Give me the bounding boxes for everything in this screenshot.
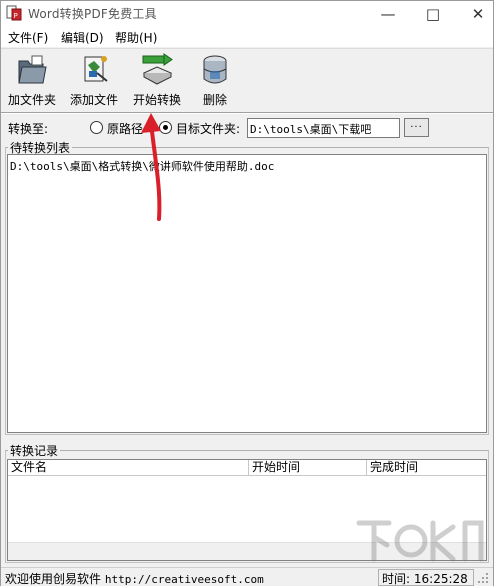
delete-icon: [203, 55, 227, 84]
app-logo-icon: P: [6, 5, 22, 21]
menu-edit[interactable]: 编辑(D): [61, 29, 104, 46]
list-item[interactable]: D:\tools\桌面\格式转换\微讲师软件使用帮助.doc: [10, 158, 274, 174]
add-file-label: 添加文件: [69, 93, 118, 107]
add-file-button[interactable]: 添加文件: [63, 53, 125, 111]
toolbar-divider: [1, 112, 493, 114]
target-folder-label: 目标文件夹:: [176, 122, 241, 136]
delete-label: 删除: [202, 93, 227, 107]
column-header-start-time[interactable]: 开始时间: [249, 460, 367, 476]
history-title: 转换记录: [8, 442, 61, 459]
start-convert-button[interactable]: 开始转换: [126, 53, 188, 111]
folder-icon: [18, 55, 47, 84]
convert-icon: [142, 53, 173, 85]
browse-button[interactable]: ···: [404, 118, 429, 137]
welcome-text: 欢迎使用创易软件: [5, 572, 102, 586]
start-convert-label: 开始转换: [132, 93, 181, 107]
app-window: P Word转换PDF免费工具 — □ ✕ 文件(F) 编辑(D) 帮助(H) …: [0, 0, 494, 586]
menu-help[interactable]: 帮助(H): [115, 29, 157, 46]
column-header-filename[interactable]: 文件名: [8, 460, 249, 476]
toolbar: 加文件夹 添加文件 开始转换 删除: [1, 48, 493, 112]
maximize-button[interactable]: □: [418, 1, 448, 26]
destination-row: 转换至: 原路径 目标文件夹: D:\tools\桌面\下载吧 ···: [1, 115, 493, 141]
status-bar: 欢迎使用创易软件 http://creativeesoft.com 时间: 16…: [1, 567, 493, 586]
website-link[interactable]: http://creativeesoft.com: [105, 573, 264, 586]
time-value: 16:25:28: [413, 572, 468, 586]
status-message: 欢迎使用创易软件 http://creativeesoft.com: [5, 570, 264, 586]
close-button[interactable]: ✕: [463, 1, 493, 26]
site-watermark-icon: [356, 520, 484, 562]
original-path-label: 原路径: [107, 122, 144, 136]
menu-file[interactable]: 文件(F): [8, 29, 48, 46]
menu-bar: 文件(F) 编辑(D) 帮助(H): [1, 26, 493, 47]
column-header-finish-time[interactable]: 完成时间: [367, 460, 486, 476]
add-folder-label: 加文件夹: [7, 93, 56, 107]
minimize-button[interactable]: —: [373, 1, 403, 26]
svg-text:P: P: [14, 12, 18, 20]
target-folder-radio[interactable]: [159, 121, 172, 134]
time-label: 时间:: [382, 572, 411, 586]
original-path-radio[interactable]: [90, 121, 103, 134]
add-folder-button[interactable]: 加文件夹: [1, 53, 63, 111]
add-file-icon: [84, 56, 108, 82]
resize-grip-icon[interactable]: [477, 572, 489, 584]
convert-to-label: 转换至:: [8, 122, 49, 136]
delete-button[interactable]: 删除: [184, 53, 246, 111]
window-title: Word转换PDF免费工具: [28, 7, 157, 21]
status-time: 时间: 16:25:28: [378, 569, 474, 586]
target-folder-input[interactable]: D:\tools\桌面\下载吧: [247, 118, 400, 138]
title-bar[interactable]: P Word转换PDF免费工具 — □ ✕: [1, 1, 493, 26]
pending-file-list[interactable]: D:\tools\桌面\格式转换\微讲师软件使用帮助.doc: [7, 154, 487, 433]
